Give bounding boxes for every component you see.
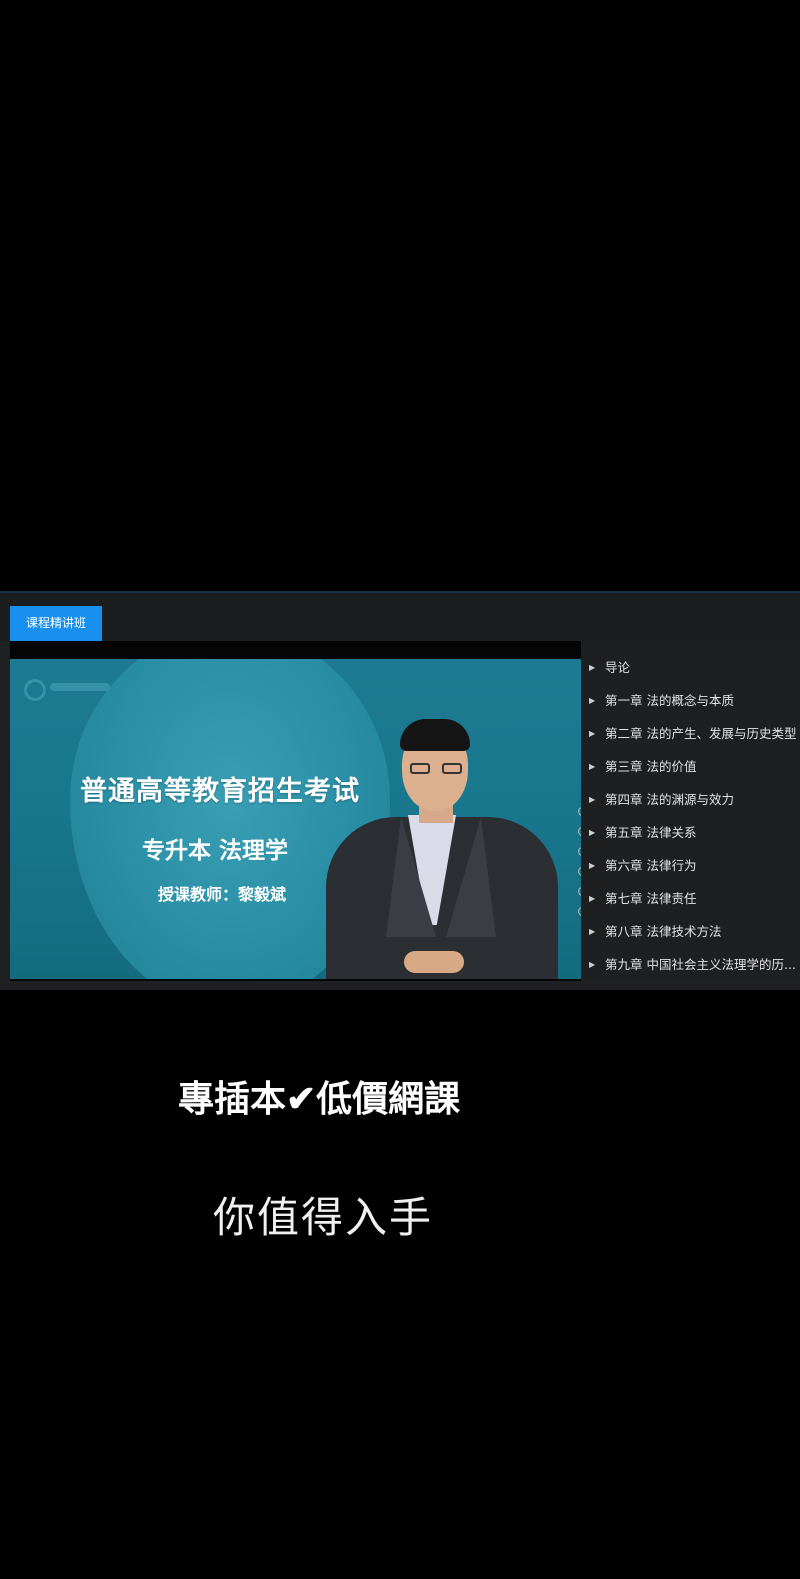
presenter (326, 719, 558, 979)
slide-teacher: 授课教师：黎毅斌 (158, 885, 287, 904)
glasses-icon (410, 763, 462, 775)
caret-right-icon: ▶ (589, 729, 596, 738)
caret-right-icon: ▶ (589, 696, 596, 705)
logo (24, 677, 116, 701)
video-frame: 普通高等教育招生考试 专升本 法理学 授课教师：黎毅斌 (10, 659, 581, 979)
chapter-item[interactable]: ▶ 第九章 中国社会主义法理学的历... (581, 948, 800, 981)
chapter-item[interactable]: ▶ 第三章 法的价值 (581, 750, 800, 783)
presenter-hands (404, 951, 464, 973)
caret-right-icon: ▶ (589, 762, 596, 771)
chapter-item[interactable]: ▶ 第五章 法律关系 (581, 816, 800, 849)
caret-right-icon: ▶ (589, 828, 596, 837)
logo-mark-icon (24, 679, 46, 701)
caret-right-icon: ▶ (589, 960, 596, 969)
logo-text-mark (50, 683, 110, 691)
chapter-item[interactable]: ▶ 第二章 法的产生、发展与历史类型 (581, 717, 800, 750)
course-player-app: 课程精讲班 普通高等教育招生考试 专升本 法理学 授课教师：黎毅斌 ▶ 导论 ▶… (0, 591, 800, 990)
chapter-item[interactable]: ▶ 第四章 法的渊源与效力 (581, 783, 800, 816)
promo-caption: 專插本✔低價網課 (178, 1078, 461, 1120)
promo-tagline: 你值得入手 (213, 1193, 434, 1242)
chapter-item[interactable]: ▶ 第七章 法律责任 (581, 882, 800, 915)
slide-title: 普通高等教育招生考试 (80, 776, 360, 807)
presenter-hair (400, 719, 470, 751)
video-player[interactable]: 普通高等教育招生考试 专升本 法理学 授课教师：黎毅斌 (10, 641, 581, 981)
chapter-item[interactable]: ▶ 导论 (581, 651, 800, 684)
slide-subtitle: 专升本 法理学 (142, 838, 289, 864)
caret-right-icon: ▶ (589, 861, 596, 870)
chapter-item[interactable]: ▶ 第一章 法的概念与本质 (581, 684, 800, 717)
chapter-list: ▶ 导论 ▶ 第一章 法的概念与本质 ▶ 第二章 法的产生、发展与历史类型 ▶ 第三章 … (581, 641, 800, 981)
tab-bar: 课程精讲班 (0, 593, 800, 641)
chapter-item[interactable]: ▶ 第八章 法律技术方法 (581, 915, 800, 948)
caret-right-icon: ▶ (589, 894, 596, 903)
caret-right-icon: ▶ (589, 663, 596, 672)
chapter-item[interactable]: ▶ 第六章 法律行为 (581, 849, 800, 882)
caret-right-icon: ▶ (589, 927, 596, 936)
caret-right-icon: ▶ (589, 795, 596, 804)
tab-course-lecture[interactable]: 课程精讲班 (10, 606, 102, 641)
